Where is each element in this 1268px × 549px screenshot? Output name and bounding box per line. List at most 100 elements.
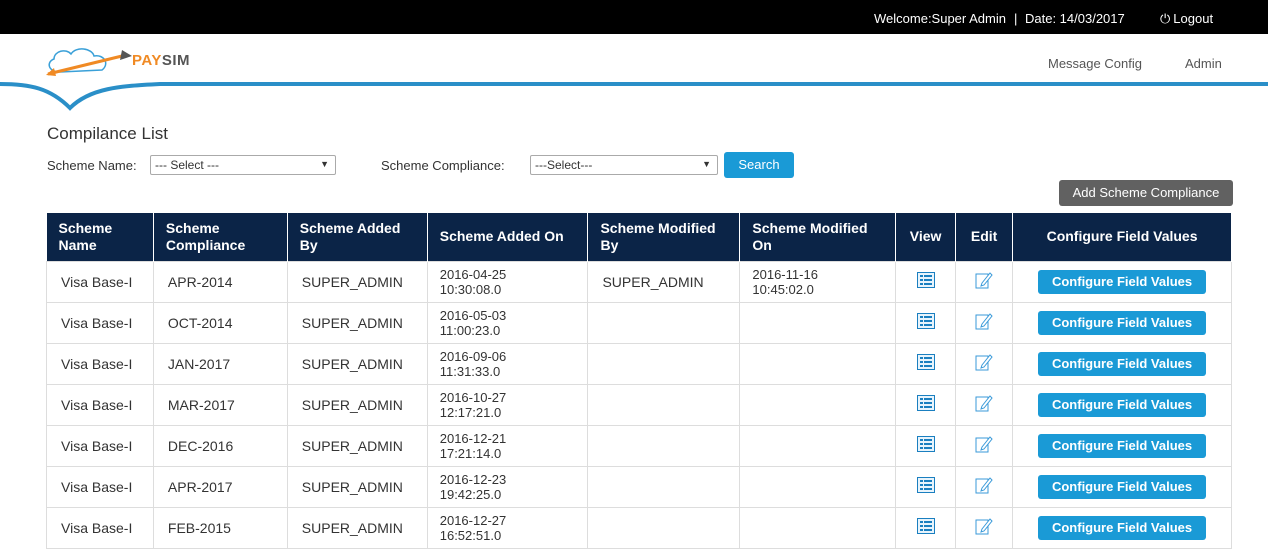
view-list-icon[interactable] (916, 518, 935, 536)
cell-added-by: SUPER_ADMIN (286, 342, 428, 385)
table-header-row: Scheme Name Scheme Compliance Scheme Added… (46, 213, 1232, 261)
cell-modified-on (739, 506, 897, 549)
chevron-down-icon: ▼ (702, 159, 711, 169)
cell-scheme-compliance: MAR-2017 (152, 383, 288, 426)
cell-added-by: SUPER_ADMIN (286, 465, 428, 508)
cell-scheme-compliance: APR-2014 (152, 260, 288, 303)
col-added-by: Scheme Added By (287, 213, 428, 261)
cell-modified-on (739, 424, 897, 467)
edit-icon[interactable] (975, 353, 993, 371)
table-body: Visa Base-I APR-2014 SUPER_ADMIN 2016-04-25… (46, 260, 1232, 549)
chevron-down-icon: ▼ (320, 159, 329, 169)
logout-label: Logout (1173, 11, 1214, 26)
cell-configure: Configure Field Values (1012, 506, 1232, 549)
table-row: Visa Base-I MAR-2017 SUPER_ADMIN 2016-10-27… (46, 383, 1232, 426)
cell-scheme-name: Visa Base-I (46, 465, 154, 508)
cell-modified-on (739, 383, 897, 426)
cell-view (895, 260, 957, 303)
col-configure: Configure Field Values (1012, 213, 1232, 261)
configure-field-values-button[interactable]: Configure Field Values (1038, 310, 1207, 335)
brand-pay: PAY (132, 52, 162, 69)
scheme-name-label: Scheme Name: (47, 158, 137, 173)
view-list-icon[interactable] (916, 354, 935, 372)
cell-view (895, 383, 957, 426)
nav-admin[interactable]: Admin (1185, 56, 1222, 71)
edit-icon[interactable] (975, 435, 993, 453)
col-edit: Edit (955, 213, 1014, 261)
configure-field-values-button[interactable]: Configure Field Values (1038, 392, 1207, 417)
topbar-separator: | (1014, 11, 1018, 26)
cell-configure: Configure Field Values (1012, 301, 1232, 344)
cell-added-by: SUPER_ADMIN (286, 260, 428, 303)
cell-view (895, 424, 957, 467)
cell-edit (955, 301, 1014, 344)
add-scheme-compliance-button[interactable]: Add Scheme Compliance (1059, 180, 1233, 206)
col-scheme-name: Scheme Name (46, 213, 154, 261)
cell-view (895, 506, 957, 549)
table-row: Visa Base-I JAN-2017 SUPER_ADMIN 2016-09-06… (46, 342, 1232, 385)
table-row: Visa Base-I APR-2017 SUPER_ADMIN 2016-12-23… (46, 465, 1232, 508)
cell-added-on: 2016-04-25 10:30:08.0 (426, 260, 589, 303)
cell-scheme-name: Visa Base-I (46, 506, 154, 549)
configure-field-values-button[interactable]: Configure Field Values (1038, 433, 1207, 458)
cell-modified-by (587, 506, 741, 549)
search-button[interactable]: Search (724, 152, 794, 178)
configure-field-values-button[interactable]: Configure Field Values (1038, 351, 1207, 376)
cell-modified-by (587, 465, 741, 508)
cell-view (895, 301, 957, 344)
cell-scheme-name: Visa Base-I (46, 301, 154, 344)
cell-edit (955, 260, 1014, 303)
view-list-icon[interactable] (916, 272, 935, 290)
header-divider (0, 82, 1268, 111)
cell-modified-by (587, 424, 741, 467)
cell-added-on: 2016-09-06 11:31:33.0 (426, 342, 589, 385)
cell-added-on: 2016-10-27 12:17:21.0 (426, 383, 589, 426)
logout-link[interactable]: ⏻ Logout (1160, 11, 1213, 27)
col-view: View (895, 213, 957, 261)
scheme-compliance-selected: ---Select--- (535, 158, 593, 172)
table-row: Visa Base-I OCT-2014 SUPER_ADMIN 2016-05-03… (46, 301, 1232, 344)
edit-icon[interactable] (975, 476, 993, 494)
scheme-name-select[interactable]: --- Select --- ▼ (150, 155, 336, 175)
cell-added-by: SUPER_ADMIN (286, 383, 428, 426)
date-text: Date: 14/03/2017 (1025, 11, 1125, 26)
scheme-compliance-select[interactable]: ---Select--- ▼ (530, 155, 718, 175)
view-list-icon[interactable] (916, 395, 935, 413)
cell-configure: Configure Field Values (1012, 342, 1232, 385)
cell-added-on: 2016-12-23 19:42:25.0 (426, 465, 589, 508)
configure-field-values-button[interactable]: Configure Field Values (1038, 515, 1207, 540)
cell-scheme-name: Visa Base-I (46, 424, 154, 467)
cell-scheme-compliance: FEB-2015 (152, 506, 288, 549)
cell-configure: Configure Field Values (1012, 383, 1232, 426)
edit-icon[interactable] (975, 271, 993, 289)
table-row: Visa Base-I DEC-2016 SUPER_ADMIN 2016-12-21… (46, 424, 1232, 467)
cell-added-on: 2016-12-27 16:52:51.0 (426, 506, 589, 549)
view-list-icon[interactable] (916, 313, 935, 331)
cell-modified-by (587, 342, 741, 385)
edit-icon[interactable] (975, 394, 993, 412)
cell-modified-by: SUPER_ADMIN (587, 260, 741, 303)
cell-scheme-compliance: OCT-2014 (152, 301, 288, 344)
configure-field-values-button[interactable]: Configure Field Values (1038, 269, 1207, 294)
cell-modified-by (587, 383, 741, 426)
cell-configure: Configure Field Values (1012, 424, 1232, 467)
cell-scheme-name: Visa Base-I (46, 383, 154, 426)
col-modified-by: Scheme Modified By (587, 213, 741, 261)
cell-modified-on (739, 342, 897, 385)
compliance-table: Scheme Name Scheme Compliance Scheme Added… (46, 213, 1232, 549)
cell-modified-on: 2016-11-16 10:45:02.0 (739, 260, 897, 303)
cell-view (895, 342, 957, 385)
configure-field-values-button[interactable]: Configure Field Values (1038, 474, 1207, 499)
view-list-icon[interactable] (916, 477, 935, 495)
cell-edit (955, 465, 1014, 508)
nav-message-config[interactable]: Message Config (1048, 56, 1142, 71)
edit-icon[interactable] (975, 517, 993, 535)
view-list-icon[interactable] (916, 436, 935, 454)
cell-edit (955, 424, 1014, 467)
cell-configure: Configure Field Values (1012, 260, 1232, 303)
edit-icon[interactable] (975, 312, 993, 330)
col-modified-on: Scheme Modified On (739, 213, 897, 261)
brand-name: PAYSIM (132, 52, 190, 69)
scheme-name-selected: --- Select --- (155, 158, 219, 172)
page-title: Compilance List (47, 124, 168, 143)
